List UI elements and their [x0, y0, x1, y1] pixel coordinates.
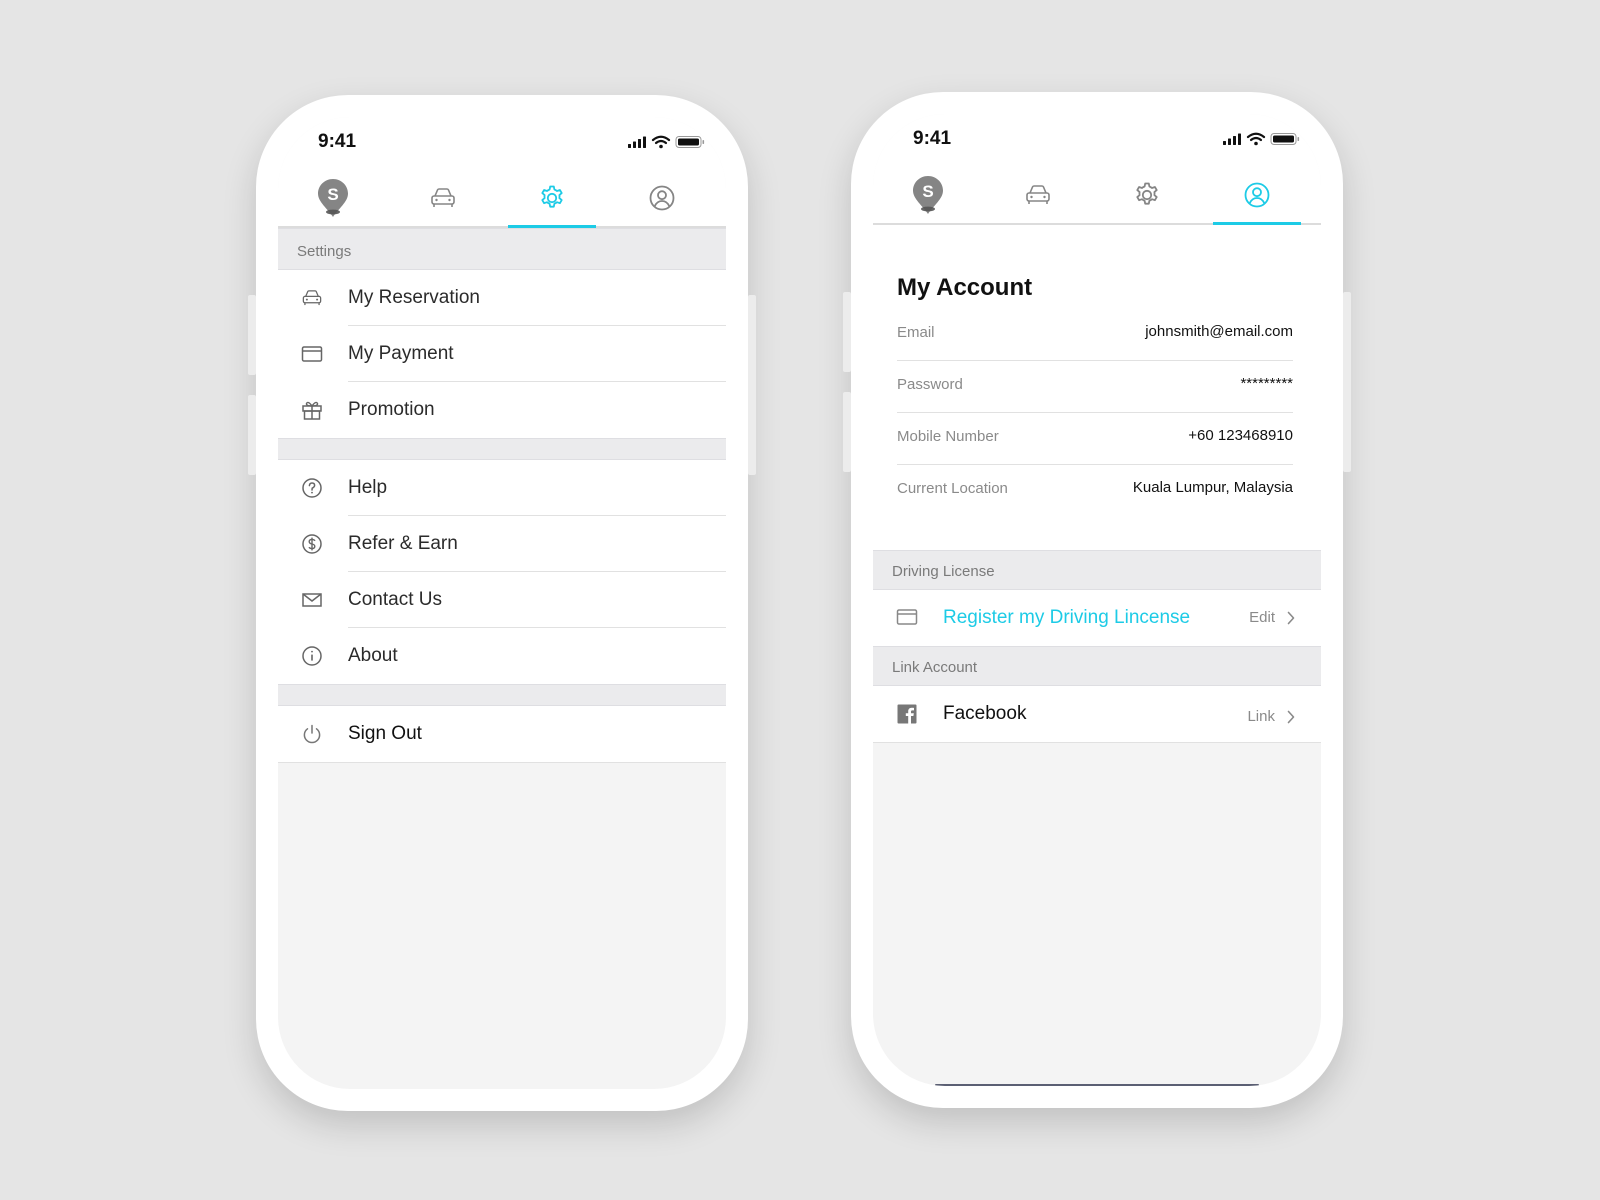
screen: 9:41 My Account Email johnsmith@email.co… [873, 114, 1321, 1086]
register-driving-license-link[interactable]: Register my Driving Lincense [943, 607, 1190, 629]
account-panel: 9:41 My Account Email johnsmith@email.co… [873, 114, 1321, 550]
menu-item-label: Promotion [348, 399, 435, 420]
status-indicators-icon [628, 135, 706, 149]
menu-item-promotion[interactable]: Promotion [278, 382, 726, 438]
menu-item-about[interactable]: About [278, 628, 726, 684]
link-account-section-header: Link Account [873, 646, 1321, 686]
tab-car[interactable] [994, 167, 1082, 223]
gift-icon [301, 399, 323, 421]
menu-item-label: Help [348, 477, 388, 498]
tab-settings[interactable] [508, 170, 596, 228]
menu-item-label: Sign Out [348, 723, 422, 744]
tab-car[interactable] [399, 170, 487, 226]
info-circle-icon [301, 645, 323, 667]
menu-item-label: My Payment [348, 343, 454, 364]
gear-icon [538, 184, 566, 212]
status-time: 9:41 [318, 131, 357, 152]
volume-up-button [248, 295, 256, 375]
car-icon [429, 186, 457, 210]
menu-item-help[interactable]: Help [278, 460, 726, 516]
envelope-icon [301, 589, 323, 611]
current-location-field[interactable]: Current Location Kuala Lumpur, Malaysia [897, 464, 1293, 516]
page-title: My Account [897, 274, 1033, 301]
link-action[interactable]: Link [1247, 708, 1295, 725]
password-field[interactable]: Password ********* [897, 360, 1293, 413]
s-location-pin-icon [912, 175, 944, 215]
status-indicators-icon [1223, 132, 1301, 146]
power-button [748, 295, 756, 475]
home-indicator[interactable] [935, 1084, 1259, 1086]
field-value: +60 123468910 [1188, 427, 1293, 444]
volume-down-button [843, 392, 851, 472]
settings-section-title: Settings [297, 243, 352, 260]
s-location-pin-icon [317, 178, 349, 218]
field-value: ********* [1240, 375, 1293, 392]
facebook-icon [896, 703, 918, 725]
field-label: Current Location [897, 480, 1008, 497]
field-label: Email [897, 324, 935, 341]
card-icon [896, 606, 918, 628]
menu-item-label: Refer & Earn [348, 533, 458, 554]
section-title: Link Account [892, 659, 978, 676]
link-label: Link [1247, 708, 1275, 725]
user-circle-icon [1243, 181, 1271, 209]
phone-my-account: 9:41 My Account Email johnsmith@email.co… [843, 92, 1351, 1108]
chevron-right-icon [1287, 611, 1295, 625]
tab-home-logo[interactable] [884, 167, 972, 223]
section-title: Driving License [892, 563, 995, 580]
power-button [1343, 292, 1351, 472]
tab-profile[interactable] [618, 170, 706, 226]
tab-bar [278, 170, 726, 228]
driving-license-section-header: Driving License [873, 550, 1321, 590]
field-value: johnsmith@email.com [1145, 323, 1293, 340]
status-time: 9:41 [913, 128, 952, 149]
facebook-label: Facebook [943, 703, 1027, 724]
menu-item-label: Contact Us [348, 589, 442, 610]
settings-section-header: Settings [278, 228, 726, 270]
gear-icon [1133, 181, 1161, 209]
menu-item-contact-us[interactable]: Contact Us [278, 572, 726, 628]
tab-bar [873, 167, 1321, 225]
tab-profile[interactable] [1213, 167, 1301, 225]
header: 9:41 [278, 117, 726, 228]
dollar-circle-icon [301, 533, 323, 555]
menu-item-label: My Reservation [348, 287, 480, 308]
register-driving-license-row[interactable]: Register my Driving Lincense Edit [873, 590, 1321, 646]
question-circle-icon [301, 477, 323, 499]
facebook-link-row[interactable]: Facebook Link [873, 686, 1321, 743]
power-icon [301, 723, 323, 745]
volume-up-button [843, 292, 851, 372]
menu-item-my-payment[interactable]: My Payment [278, 326, 726, 382]
menu-item-my-reservation[interactable]: My Reservation [278, 270, 726, 326]
car-icon [301, 287, 323, 309]
car-icon [1024, 183, 1052, 207]
tab-home-logo[interactable] [289, 170, 377, 226]
menu-item-sign-out[interactable]: Sign Out [278, 706, 726, 763]
menu-item-refer-earn[interactable]: Refer & Earn [278, 516, 726, 572]
card-icon [301, 343, 323, 365]
user-circle-icon [648, 184, 676, 212]
phone-settings: 9:41 Settings My Reservation My Payment … [248, 95, 756, 1111]
group-separator [278, 438, 726, 460]
tab-settings[interactable] [1103, 167, 1191, 223]
group-separator [278, 684, 726, 706]
edit-label: Edit [1249, 609, 1275, 626]
edit-action[interactable]: Edit [1249, 609, 1295, 626]
screen: 9:41 Settings My Reservation My Payment … [278, 117, 726, 1089]
chevron-right-icon [1287, 710, 1295, 724]
mobile-number-field[interactable]: Mobile Number +60 123468910 [897, 412, 1293, 465]
menu-item-label: About [348, 645, 398, 666]
field-label: Password [897, 376, 963, 393]
volume-down-button [248, 395, 256, 475]
email-field[interactable]: Email johnsmith@email.com [897, 308, 1293, 361]
field-label: Mobile Number [897, 428, 999, 445]
field-value: Kuala Lumpur, Malaysia [1132, 479, 1293, 496]
